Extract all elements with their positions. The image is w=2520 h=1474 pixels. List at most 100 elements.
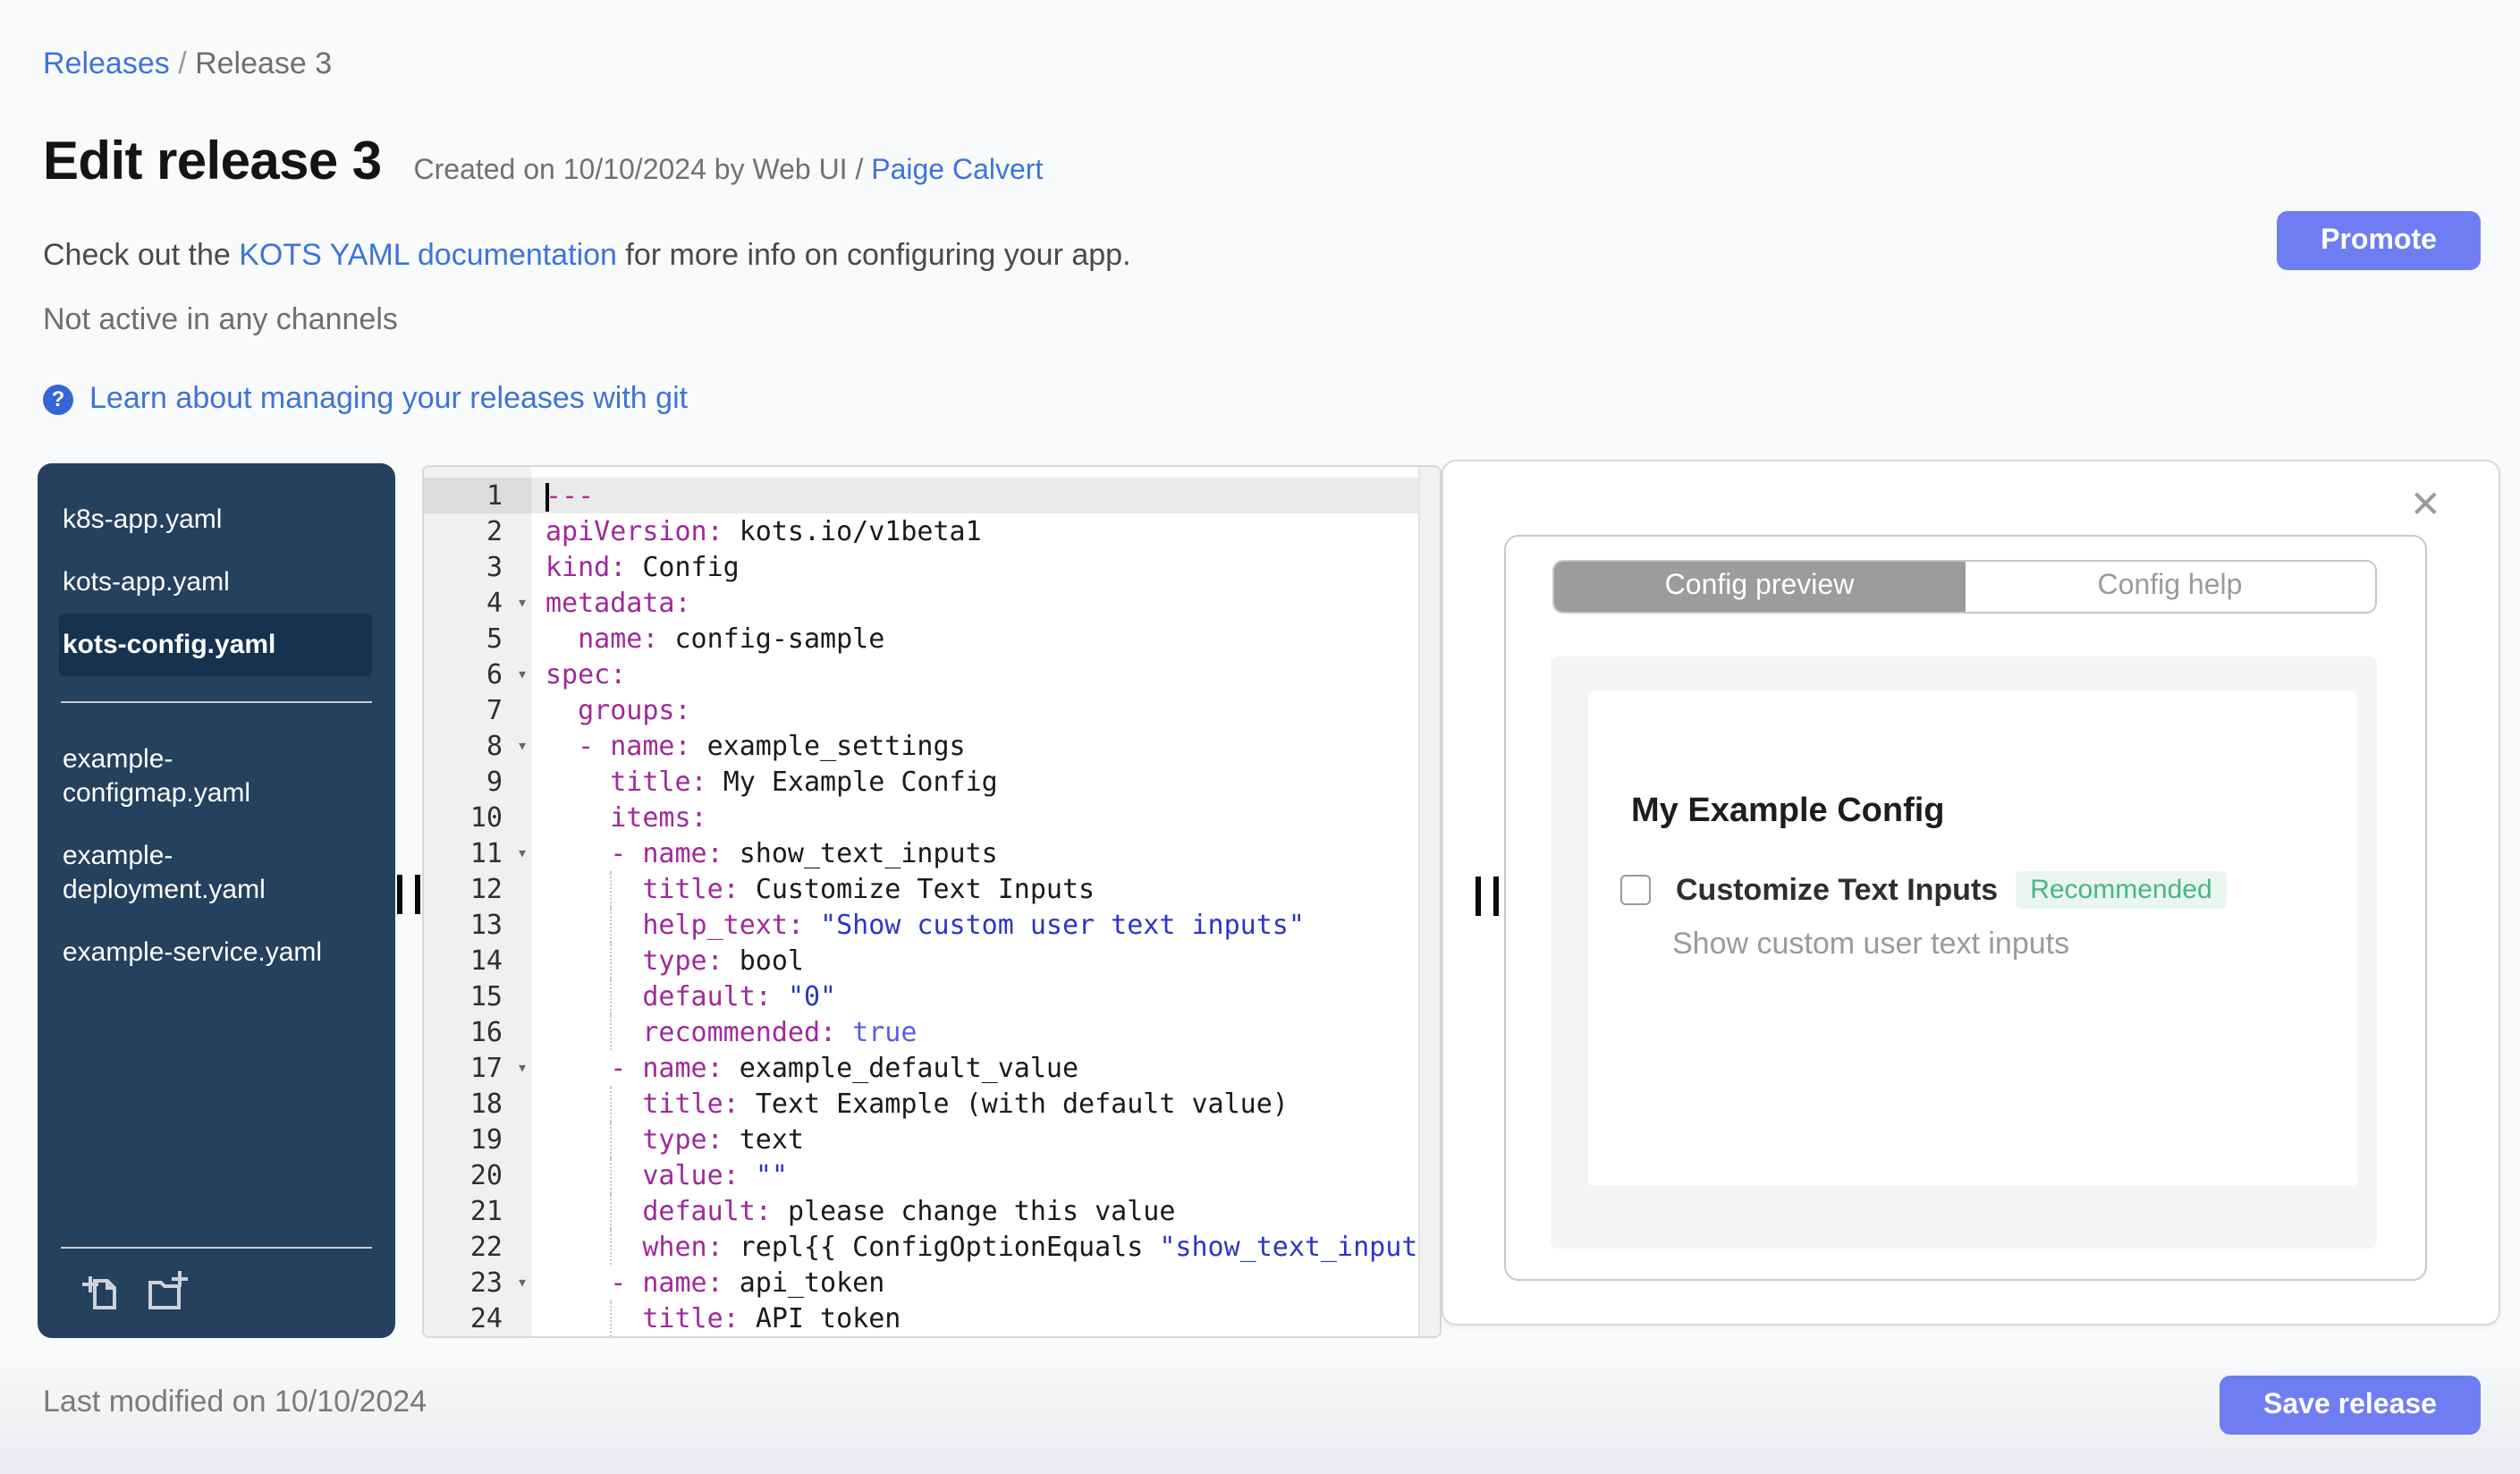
code-line[interactable]: kind: Config: [531, 549, 1440, 585]
sidebar-file-item[interactable]: example-configmap.yaml: [59, 728, 331, 825]
code-line[interactable]: value: "": [531, 1157, 1440, 1193]
fold-toggle-icon[interactable]: ▾: [517, 837, 528, 873]
code-line[interactable]: apiVersion: kots.io/v1beta1: [531, 513, 1440, 549]
docs-line: Check out the KOTS YAML documentation fo…: [43, 238, 1131, 274]
breadcrumb-releases-link[interactable]: Releases: [43, 47, 170, 80]
close-icon[interactable]: ✕: [2410, 487, 2441, 524]
sidebar-file-item[interactable]: kots-config.yaml: [59, 614, 372, 676]
code-line[interactable]: default: "0": [531, 978, 1440, 1014]
code-line[interactable]: - name: show_text_inputs: [531, 835, 1440, 871]
breadcrumb: Releases / Release 3: [43, 47, 332, 82]
fold-toggle-icon[interactable]: ▾: [517, 730, 528, 766]
code-line[interactable]: title: Customize Text Inputs: [531, 871, 1440, 907]
sidebar-editor-resize-handle[interactable]: [397, 875, 422, 914]
tab-config-help[interactable]: Config help: [1965, 562, 2375, 612]
code-line[interactable]: metadata:: [531, 585, 1440, 621]
recommended-badge: Recommended: [2016, 871, 2227, 909]
fold-toggle-icon[interactable]: ▾: [517, 1052, 528, 1088]
created-prefix: Created on 10/10/2024 by Web UI /: [413, 156, 872, 186]
line-number: 19: [469, 1123, 503, 1156]
code-line[interactable]: type: bool: [531, 943, 1440, 978]
code-line[interactable]: - name: api_token: [531, 1265, 1440, 1300]
code-line[interactable]: ---: [531, 478, 1440, 513]
editor-scrollbar[interactable]: [1418, 467, 1440, 1336]
yaml-editor[interactable]: 1 2 3 4 ▾ 5 6 ▾ 7 8 ▾ 9 10 11 ▾ 12 13 14 15 16 17 ▾ 18 19 20 21 22…: [422, 465, 1442, 1338]
sidebar-file-item[interactable]: k8s-app.yaml: [59, 488, 331, 551]
code-token: groups:: [545, 694, 691, 726]
config-group-card: My Example Config Customize Text Inputs …: [1588, 690, 2357, 1186]
config-card: Config preview Config help My Example Con…: [1504, 535, 2427, 1281]
code-token: text: [739, 1123, 804, 1156]
save-release-button[interactable]: Save release: [2220, 1376, 2481, 1435]
line-number: 15: [469, 980, 503, 1012]
editor-gutter: 1 2 3 4 ▾ 5 6 ▾ 7 8 ▾ 9 10 11 ▾ 12 13 14 15 16 17 ▾ 18 19 20 21 22…: [424, 467, 531, 1336]
fold-toggle-icon[interactable]: ▾: [517, 1266, 528, 1302]
line-number: 1: [424, 478, 531, 513]
line-number: 4 ▾: [424, 585, 531, 621]
fold-toggle-icon[interactable]: ▾: [517, 658, 528, 694]
code-token: metadata:: [545, 587, 691, 619]
config-item-row: Customize Text Inputs Recommended: [1620, 871, 2357, 909]
kots-docs-link[interactable]: KOTS YAML documentation: [239, 238, 617, 272]
code-token: config-sample: [674, 623, 885, 655]
editor-code[interactable]: --- apiVersion: kots.io/v1beta1 kind: Conf…: [531, 467, 1440, 1336]
code-line[interactable]: title: Text Example (with default value): [531, 1086, 1440, 1122]
docs-prefix: Check out the: [43, 238, 240, 272]
line-number: 18: [469, 1088, 503, 1120]
code-token: example_default_value: [739, 1052, 1079, 1084]
add-folder-icon[interactable]: [145, 1270, 193, 1313]
code-line[interactable]: help_text: "Show custom user text inputs…: [531, 907, 1440, 943]
code-line[interactable]: name: config-sample: [531, 621, 1440, 657]
page-title: Edit release 3: [43, 132, 382, 191]
code-line[interactable]: title: API token: [531, 1300, 1440, 1336]
code-line[interactable]: type: text: [531, 1122, 1440, 1157]
code-line[interactable]: items:: [531, 800, 1440, 835]
code-token: repl{{ ConfigOptionEquals: [739, 1231, 1160, 1263]
code-token: "Show custom user text inputs": [820, 909, 1305, 941]
code-token: show_text_inputs: [739, 837, 998, 869]
created-by-link[interactable]: Paige Calvert: [871, 156, 1043, 186]
config-group-title: My Example Config: [1631, 792, 1945, 830]
code-line[interactable]: spec:: [531, 657, 1440, 692]
sidebar-file-item[interactable]: example-service.yaml: [59, 921, 331, 984]
code-token: bool: [739, 945, 804, 977]
sidebar-divider: [61, 701, 372, 703]
code-line[interactable]: - name: example_default_value: [531, 1050, 1440, 1086]
fold-toggle-icon[interactable]: ▾: [517, 587, 528, 623]
line-number: 6 ▾: [424, 657, 531, 692]
tab-config-preview[interactable]: Config preview: [1554, 562, 1965, 612]
code-line[interactable]: when: repl{{ ConfigOptionEquals "show_te…: [531, 1229, 1440, 1265]
code-token: api_token: [739, 1266, 885, 1299]
help-icon[interactable]: ?: [43, 384, 73, 414]
config-preview-area: My Example Config Customize Text Inputs …: [1551, 657, 2377, 1249]
code-line[interactable]: groups:: [531, 692, 1440, 728]
line-number: 10: [469, 801, 503, 834]
code-line[interactable]: title: My Example Config: [531, 764, 1440, 800]
code-line[interactable]: default: please change this value: [531, 1193, 1440, 1229]
code-token: spec:: [545, 658, 627, 690]
code-line[interactable]: - name: example_settings: [531, 728, 1440, 764]
promote-button[interactable]: Promote: [2277, 211, 2481, 270]
add-file-icon[interactable]: [79, 1270, 122, 1313]
config-item-checkbox[interactable]: [1620, 875, 1651, 905]
line-number: 14: [469, 945, 503, 977]
code-token: ---: [545, 479, 595, 512]
config-item-label: Customize Text Inputs: [1676, 872, 1999, 906]
title-row: Edit release 3 Created on 10/10/2024 by …: [43, 132, 1043, 193]
sidebar-file-item[interactable]: example-deployment.yaml: [59, 825, 331, 921]
workspace: k8s-app.yaml kots-app.yaml kots-config.yam…: [0, 460, 2520, 1338]
code-token: default:: [545, 980, 788, 1012]
docs-suffix: for more info on configuring your app.: [616, 238, 1131, 272]
code-token: - name:: [545, 730, 707, 762]
created-info: Created on 10/10/2024 by Web UI / Paige …: [414, 156, 1044, 188]
code-token: items:: [545, 801, 707, 834]
editor-panel-resize-handle[interactable]: [1476, 877, 1501, 916]
line-number: 9: [486, 766, 503, 798]
code-token: - name:: [545, 837, 740, 869]
code-token: "show_text_inputs": [1159, 1231, 1440, 1263]
git-releases-link[interactable]: Learn about managing your releases with …: [89, 381, 688, 417]
code-token: My Example Config: [723, 766, 998, 798]
sidebar-file-item[interactable]: kots-app.yaml: [59, 551, 331, 614]
code-token: title:: [545, 1088, 756, 1120]
code-line[interactable]: recommended: true: [531, 1014, 1440, 1050]
